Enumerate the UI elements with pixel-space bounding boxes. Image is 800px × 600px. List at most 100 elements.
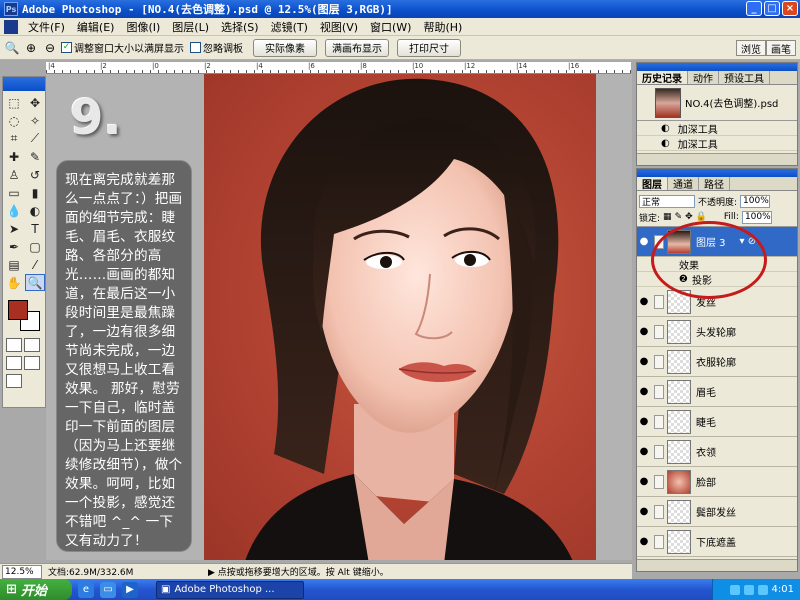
visibility-eye-icon[interactable]: ● xyxy=(637,446,651,457)
visibility-eye-icon[interactable]: ● xyxy=(637,506,651,517)
crop-tool-icon[interactable]: ⌗ xyxy=(4,130,24,147)
notes-tool-icon[interactable]: ▤ xyxy=(4,256,24,273)
taskbar-item-photoshop[interactable]: ▣ Adobe Photoshop ... xyxy=(156,580,304,599)
maximize-button[interactable]: □ xyxy=(764,1,780,16)
visibility-eye-icon[interactable]: ● xyxy=(637,476,651,487)
menu-layer[interactable]: 图层(L) xyxy=(166,19,215,35)
blur-tool-icon[interactable]: 💧 xyxy=(4,202,24,219)
tab-paths[interactable]: 路径 xyxy=(699,177,730,191)
tray-icon[interactable] xyxy=(757,584,768,595)
start-button[interactable]: ⊞ 开始 xyxy=(0,579,72,600)
lock-brush-icon[interactable]: ✎ xyxy=(675,212,683,222)
layer-row[interactable]: ● 眉毛 xyxy=(637,377,797,407)
history-brush-icon[interactable]: ↺ xyxy=(25,166,45,183)
layer-row[interactable]: ● 头发轮廓 xyxy=(637,317,797,347)
magic-wand-tool-icon[interactable]: ✧ xyxy=(25,112,45,129)
standard-mode-icon[interactable] xyxy=(6,338,22,352)
tab-channels[interactable]: 通道 xyxy=(668,177,699,191)
visibility-eye-icon[interactable]: ● xyxy=(637,536,651,547)
lock-transparency-icon[interactable]: ▦ xyxy=(663,212,672,222)
app-menu-icon[interactable] xyxy=(4,19,18,34)
quick-mask-mode-icon[interactable] xyxy=(24,338,40,352)
layer-link-box[interactable] xyxy=(654,384,664,399)
foreground-color-swatch[interactable] xyxy=(8,300,28,320)
layer-row[interactable]: ● 睫毛 xyxy=(637,407,797,437)
opacity-field[interactable]: 100% xyxy=(740,194,771,208)
eraser-tool-icon[interactable]: ▭ xyxy=(4,184,24,201)
marquee-tool-icon[interactable]: ⬚ xyxy=(4,94,24,111)
menu-image[interactable]: 图像(I) xyxy=(120,19,166,35)
tray-icon[interactable] xyxy=(729,584,740,595)
close-button[interactable]: × xyxy=(782,1,798,16)
toolbox-header[interactable] xyxy=(3,77,45,91)
history-item[interactable]: ◐ 加深工具 xyxy=(637,136,797,151)
jump-to-imageready-icon[interactable] xyxy=(6,374,22,388)
zoom-tool-icon[interactable]: 🔍 xyxy=(4,40,20,56)
layer-link-box[interactable] xyxy=(654,534,664,549)
move-tool-icon[interactable]: ✥ xyxy=(25,94,45,111)
actual-pixels-button[interactable]: 实际像素 xyxy=(253,38,317,57)
visibility-eye-icon[interactable]: ● xyxy=(637,236,651,247)
lock-position-icon[interactable]: ✥ xyxy=(685,212,693,222)
menu-select[interactable]: 选择(S) xyxy=(215,19,265,35)
healing-brush-icon[interactable]: ✚ xyxy=(4,148,24,165)
fit-on-screen-button[interactable]: 满画布显示 xyxy=(325,38,389,57)
tab-tool-presets[interactable]: 预设工具 xyxy=(719,71,770,85)
layer-link-box[interactable] xyxy=(654,354,664,369)
screen-mode-full-icon[interactable] xyxy=(24,356,40,370)
menu-window[interactable]: 窗口(W) xyxy=(364,19,417,35)
layer-row[interactable]: ● 衣服轮廓 xyxy=(637,347,797,377)
menu-view[interactable]: 视图(V) xyxy=(314,19,364,35)
blend-mode-select[interactable]: 正常 xyxy=(639,194,695,208)
tab-history[interactable]: 历史记录 xyxy=(637,71,688,85)
resize-windows-checkbox[interactable]: ✓ 调整窗口大小以满屏显示 xyxy=(61,40,184,55)
zoom-tool-icon[interactable]: 🔍 xyxy=(25,274,45,291)
visibility-eye-icon[interactable]: ● xyxy=(637,326,651,337)
layer-link-box[interactable] xyxy=(654,324,664,339)
screen-mode-standard-icon[interactable] xyxy=(6,356,22,370)
path-select-icon[interactable]: ➤ xyxy=(4,220,24,237)
document-size[interactable]: 文档:62.9M/332.6M xyxy=(48,565,188,578)
palette-well-tab-browser[interactable]: 浏览 xyxy=(736,40,766,56)
color-swatches[interactable] xyxy=(6,298,42,332)
layer-row[interactable]: ● 脸部 xyxy=(637,467,797,497)
menu-filter[interactable]: 滤镜(T) xyxy=(265,19,314,35)
visibility-eye-icon[interactable]: ● xyxy=(637,356,651,367)
show-desktop-icon[interactable]: ▭ xyxy=(100,581,116,598)
tray-icon[interactable] xyxy=(743,584,754,595)
layer-row[interactable]: ● 鬓部发丝 xyxy=(637,497,797,527)
layer-link-box[interactable] xyxy=(654,294,664,309)
zoom-level-field[interactable]: 12.5% xyxy=(2,564,42,579)
visibility-eye-icon[interactable]: ● xyxy=(637,386,651,397)
layer-row[interactable]: ● 衣领 xyxy=(637,437,797,467)
palette-well-tab-brushes[interactable]: 画笔 xyxy=(766,40,796,56)
print-size-button[interactable]: 打印尺寸 xyxy=(397,38,461,57)
lasso-tool-icon[interactable]: ◌ xyxy=(4,112,24,129)
type-tool-icon[interactable]: T xyxy=(25,220,45,237)
eyedropper-tool-icon[interactable]: ⁄ xyxy=(25,256,45,273)
minimize-button[interactable]: _ xyxy=(746,1,762,16)
menu-file[interactable]: 文件(F) xyxy=(22,19,71,35)
dodge-tool-icon[interactable]: ◐ xyxy=(25,202,45,219)
internet-explorer-icon[interactable]: e xyxy=(78,581,94,598)
visibility-eye-icon[interactable]: ● xyxy=(637,296,651,307)
gradient-tool-icon[interactable]: ▮ xyxy=(25,184,45,201)
shape-tool-icon[interactable]: ▢ xyxy=(25,238,45,255)
layer-link-box[interactable] xyxy=(654,504,664,519)
zoom-out-icon[interactable]: ⊖ xyxy=(42,40,58,56)
slice-tool-icon[interactable]: ⟋ xyxy=(25,130,45,147)
portrait-artwork[interactable] xyxy=(204,74,596,560)
fill-field[interactable]: 100% xyxy=(741,210,772,224)
layer-link-box[interactable] xyxy=(654,444,664,459)
media-player-icon[interactable]: ▶ xyxy=(122,581,138,598)
layer-row[interactable]: ● 下底遮盖 xyxy=(637,527,797,557)
ruler-horizontal[interactable]: |4 |2 |0 |2 |4 |6 |8 |10 |12 |14 |16 xyxy=(46,62,631,74)
brush-tool-icon[interactable]: ✎ xyxy=(25,148,45,165)
zoom-in-icon[interactable]: ⊕ xyxy=(23,40,39,56)
visibility-eye-icon[interactable]: ● xyxy=(637,416,651,427)
hand-tool-icon[interactable]: ✋ xyxy=(4,274,24,291)
clone-stamp-icon[interactable]: ♙ xyxy=(4,166,24,183)
layer-link-box[interactable] xyxy=(654,414,664,429)
menu-edit[interactable]: 编辑(E) xyxy=(71,19,121,35)
history-snapshot[interactable]: NO.4(去色调整).psd xyxy=(637,85,797,121)
